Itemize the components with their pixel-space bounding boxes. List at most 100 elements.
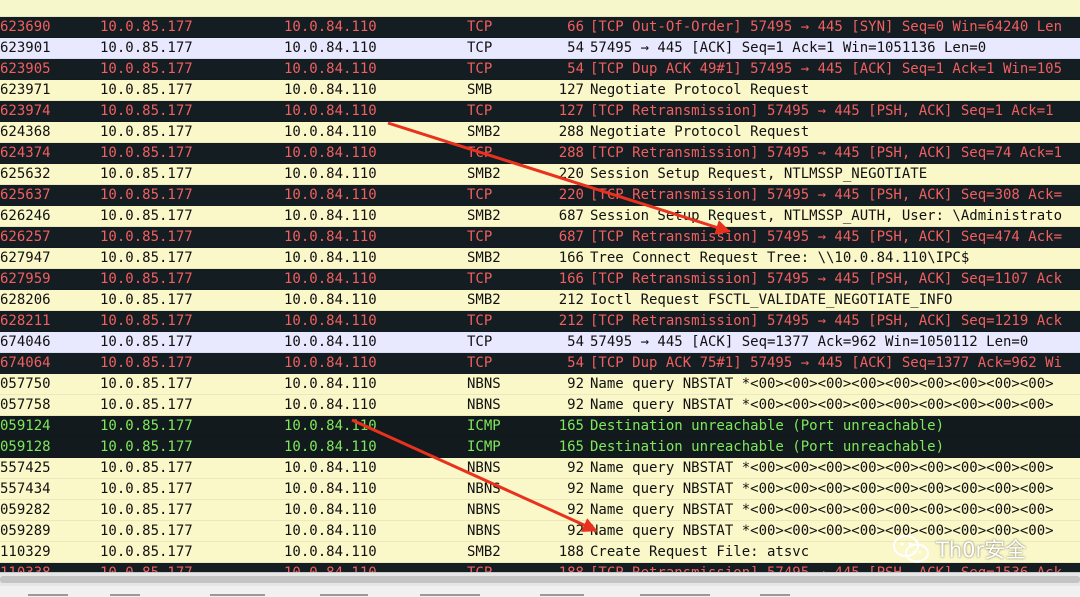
packet-row[interactable]: 627947 10.0.85.177 10.0.84.110 SMB2 166 Tree … [0,248,1080,269]
packet-row[interactable]: 625632 10.0.85.177 10.0.84.110 SMB2 220 Sessi… [0,164,1080,185]
packet-protocol: NBNS [467,460,501,476]
packet-time: 059289 [0,523,51,539]
packet-length: 212 [558,292,584,308]
packet-source: 10.0.85.177 [100,187,193,203]
packet-time: 628206 [0,292,51,308]
packet-time: 057750 [0,376,51,392]
packet-protocol: TCP [467,313,493,329]
packet-row[interactable]: 623690 10.0.85.177 10.0.84.110 TCP 66 [TCP Ou… [0,17,1080,38]
packet-length: 188 [558,544,584,560]
packet-info: Session Setup Request, NTLMSSP_AUTH, Use… [590,208,1063,224]
packet-source: 10.0.85.177 [100,40,193,56]
packet-row[interactable]: 627959 10.0.85.177 10.0.84.110 TCP 166 [TCP R… [0,269,1080,290]
packet-row[interactable]: 626246 10.0.85.177 10.0.84.110 SMB2 687 Sessi… [0,206,1080,227]
packet-row[interactable] [0,0,1080,17]
packet-time: 059282 [0,502,51,518]
packet-row[interactable]: 623971 10.0.85.177 10.0.84.110 SMB 127 Negoti… [0,80,1080,101]
packet-row[interactable]: 674046 10.0.85.177 10.0.84.110 TCP 54 57495 →… [0,332,1080,353]
packet-destination: 10.0.84.110 [284,40,377,56]
packet-info: [TCP Dup ACK 49#1] 57495 → 445 [ACK] Seq… [590,61,1063,77]
packet-source: 10.0.85.177 [100,439,193,455]
packet-row[interactable]: 057750 10.0.85.177 10.0.84.110 NBNS 92 Name q… [0,374,1080,395]
packet-time: 625632 [0,166,51,182]
packet-row[interactable]: 624368 10.0.85.177 10.0.84.110 SMB2 288 Negot… [0,122,1080,143]
packet-destination: 10.0.84.110 [284,166,377,182]
packet-row[interactable]: 557425 10.0.85.177 10.0.84.110 NBNS 92 Name q… [0,458,1080,479]
packet-info: [TCP Retransmission] 57495 → 445 [PSH, A… [590,187,1063,203]
packet-row[interactable]: 628211 10.0.85.177 10.0.84.110 TCP 212 [TCP R… [0,311,1080,332]
packet-protocol: TCP [467,19,493,35]
packet-row[interactable]: 626257 10.0.85.177 10.0.84.110 TCP 687 [TCP R… [0,227,1080,248]
packet-row[interactable]: 625637 10.0.85.177 10.0.84.110 TCP 220 [TCP R… [0,185,1080,206]
packet-info: Negotiate Protocol Request [590,124,810,140]
packet-source: 10.0.85.177 [100,397,193,413]
packet-time: 628211 [0,313,51,329]
packet-time: 624374 [0,145,51,161]
packet-time: 557425 [0,460,51,476]
packet-time: 110329 [0,544,51,560]
packet-destination: 10.0.84.110 [284,19,377,35]
packet-source: 10.0.85.177 [100,334,193,350]
packet-destination: 10.0.84.110 [284,208,377,224]
packet-source: 10.0.85.177 [100,229,193,245]
packet-length: 92 [567,523,584,539]
packet-length: 220 [558,187,584,203]
packet-length: 212 [558,313,584,329]
packet-protocol: ICMP [467,418,501,434]
packet-protocol: TCP [467,334,493,350]
packet-info: [TCP Out-Of-Order] 57495 → 445 [SYN] Seq… [590,19,1063,35]
packet-protocol: SMB2 [467,166,501,182]
packet-row[interactable]: 057758 10.0.85.177 10.0.84.110 NBNS 92 Name q… [0,395,1080,416]
packet-length: 54 [567,334,584,350]
packet-row[interactable]: 059128 10.0.85.177 10.0.84.110 ICMP 165 Desti… [0,437,1080,458]
packet-source: 10.0.85.177 [100,61,193,77]
packet-length: 92 [567,481,584,497]
packet-source: 10.0.85.177 [100,502,193,518]
packet-row[interactable]: 674064 10.0.85.177 10.0.84.110 TCP 54 [TCP Du… [0,353,1080,374]
packet-row[interactable]: 623901 10.0.85.177 10.0.84.110 TCP 54 57495 →… [0,38,1080,59]
packet-length: 54 [567,40,584,56]
packet-list[interactable]: 623690 10.0.85.177 10.0.84.110 TCP 66 [TCP Ou… [0,0,1080,572]
packet-protocol: TCP [467,271,493,287]
packet-info: [TCP Retransmission] 57495 → 445 [PSH, A… [590,313,1063,329]
packet-row[interactable]: 624374 10.0.85.177 10.0.84.110 TCP 288 [TCP R… [0,143,1080,164]
packet-info: [TCP Dup ACK 75#1] 57495 → 445 [ACK] Seq… [590,355,1063,371]
packet-length: 166 [558,250,584,266]
scrollbar-thumb[interactable] [0,576,1080,583]
packet-destination: 10.0.84.110 [284,187,377,203]
packet-row[interactable]: 628206 10.0.85.177 10.0.84.110 SMB2 212 Ioctl… [0,290,1080,311]
horizontal-scrollbar[interactable] [0,572,1080,586]
packet-source: 10.0.85.177 [100,418,193,434]
packet-time: 623905 [0,61,51,77]
packet-protocol: TCP [467,145,493,161]
packet-time: 623974 [0,103,51,119]
packet-time: 624368 [0,124,51,140]
packet-destination: 10.0.84.110 [284,544,377,560]
packet-info: [TCP Retransmission] 57495 → 445 [PSH, A… [590,145,1063,161]
packet-source: 10.0.85.177 [100,19,193,35]
packet-destination: 10.0.84.110 [284,124,377,140]
packet-row[interactable]: 623905 10.0.85.177 10.0.84.110 TCP 54 [TCP Du… [0,59,1080,80]
packet-protocol: TCP [467,103,493,119]
packet-length: 54 [567,355,584,371]
packet-row[interactable]: 059124 10.0.85.177 10.0.84.110 ICMP 165 Desti… [0,416,1080,437]
packet-protocol: NBNS [467,502,501,518]
watermark-text: Th0r安全 [936,538,1027,562]
packet-destination: 10.0.84.110 [284,292,377,308]
packet-info: Negotiate Protocol Request [590,82,810,98]
packet-length: 92 [567,376,584,392]
packet-length: 92 [567,502,584,518]
packet-row[interactable]: 557434 10.0.85.177 10.0.84.110 NBNS 92 Name q… [0,479,1080,500]
packet-info: [TCP Retransmission] 57495 → 445 [PSH, A… [590,103,1054,119]
packet-destination: 10.0.84.110 [284,313,377,329]
packet-row[interactable]: 623974 10.0.85.177 10.0.84.110 TCP 127 [TCP R… [0,101,1080,122]
packet-length: 165 [558,439,584,455]
packet-destination: 10.0.84.110 [284,397,377,413]
packet-time: 626257 [0,229,51,245]
packet-protocol: SMB2 [467,292,501,308]
packet-destination: 10.0.84.110 [284,355,377,371]
packet-protocol: SMB [467,82,493,98]
packet-source: 10.0.85.177 [100,250,193,266]
packet-row[interactable]: 059282 10.0.85.177 10.0.84.110 NBNS 92 Name q… [0,500,1080,521]
packet-info: Session Setup Request, NTLMSSP_NEGOTIATE [590,166,928,182]
